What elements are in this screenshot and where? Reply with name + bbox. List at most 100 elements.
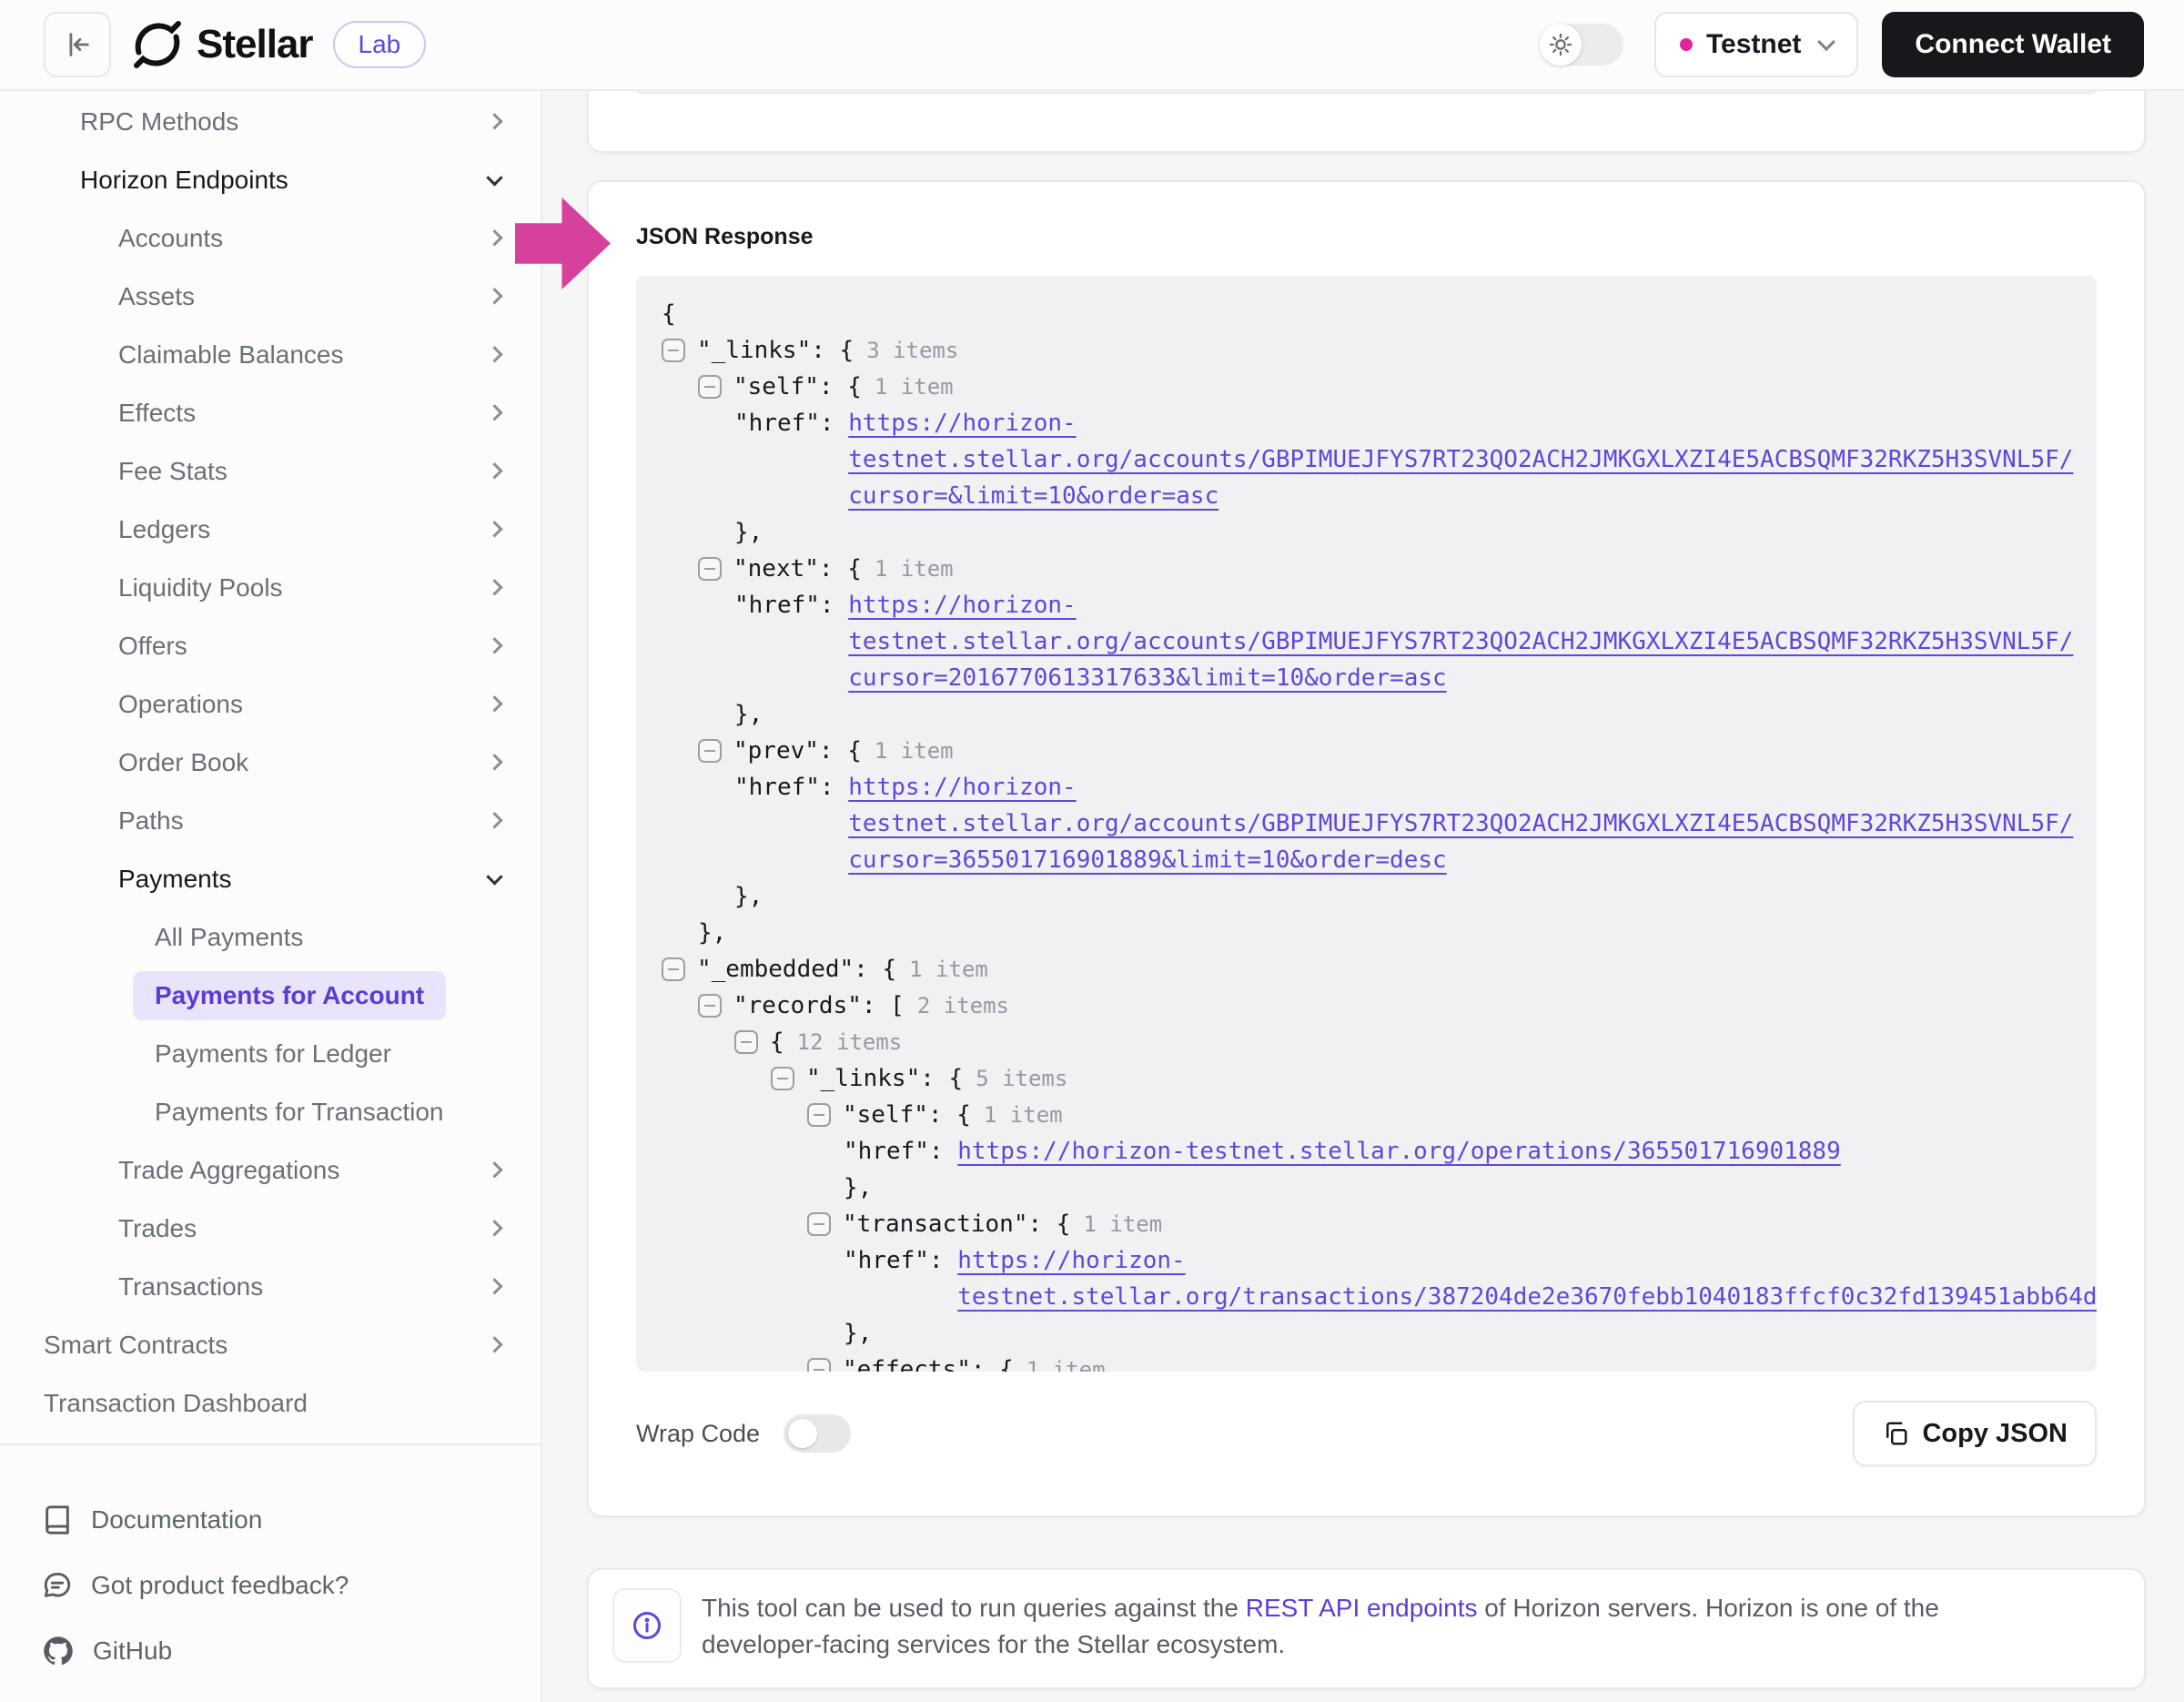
items-count: 1 item bbox=[875, 551, 954, 587]
collapse-toggle-icon[interactable] bbox=[698, 739, 722, 763]
theme-toggle[interactable] bbox=[1540, 24, 1623, 66]
json-code-block: {"_links": {3 items"self": {1 item "href"… bbox=[636, 276, 2097, 1372]
feedback-icon bbox=[42, 1570, 73, 1601]
json-row: "_links": {3 items bbox=[636, 332, 2097, 369]
rest-api-endpoints-link[interactable]: REST API endpoints bbox=[1246, 1594, 1478, 1622]
collapse-toggle-icon[interactable] bbox=[698, 557, 722, 581]
items-count: 2 items bbox=[917, 988, 1009, 1024]
sidebar-footer-label: GitHub bbox=[93, 1636, 172, 1666]
sidebar-item-transaction-dashboard[interactable]: Transaction Dashboard bbox=[0, 1374, 541, 1433]
sidebar-item-payments[interactable]: Payments bbox=[0, 850, 541, 908]
sidebar-item-github[interactable]: GitHub bbox=[0, 1618, 541, 1684]
json-link[interactable]: https://horizon- testnet.stellar.org/tra… bbox=[957, 1242, 2097, 1315]
json-token: "effects": { bbox=[843, 1352, 1014, 1372]
collapse-toggle-icon[interactable] bbox=[734, 1030, 758, 1054]
info-card: This tool can be used to run queries aga… bbox=[587, 1568, 2146, 1689]
sidebar-item-accounts[interactable]: Accounts bbox=[0, 209, 541, 268]
sidebar-item-operations[interactable]: Operations bbox=[0, 675, 541, 734]
wrap-code-toggle[interactable] bbox=[784, 1414, 851, 1453]
info-icon-box bbox=[612, 1588, 682, 1663]
code-footer: Wrap Code Copy JSON bbox=[636, 1401, 2097, 1466]
collapse-toggle-icon[interactable] bbox=[807, 1103, 831, 1127]
json-row: }, bbox=[636, 878, 2097, 915]
sidebar-item-payments-for-ledger[interactable]: Payments for Ledger bbox=[0, 1025, 541, 1083]
sidebar-item-label: Claimable Balances bbox=[118, 340, 343, 370]
sidebar-nav: RPC MethodsHorizon EndpointsAccountsAsse… bbox=[0, 91, 541, 1444]
collapse-toggle-icon[interactable] bbox=[698, 994, 722, 1018]
sidebar-item-ledgers[interactable]: Ledgers bbox=[0, 501, 541, 559]
sidebar-item-documentation[interactable]: Documentation bbox=[0, 1487, 541, 1553]
copy-json-label: Copy JSON bbox=[1922, 1419, 2068, 1449]
stellar-logo[interactable]: Stellar Lab bbox=[131, 18, 426, 71]
sidebar-footer-label: Got product feedback? bbox=[91, 1571, 349, 1600]
sidebar-item-horizon-endpoints[interactable]: Horizon Endpoints bbox=[0, 151, 541, 209]
sidebar-item-payments-for-account[interactable]: Payments for Account bbox=[0, 967, 541, 1025]
items-count: 3 items bbox=[866, 332, 958, 369]
sidebar-item-all-payments[interactable]: All Payments bbox=[0, 908, 541, 967]
collapse-toggle-icon[interactable] bbox=[807, 1212, 831, 1236]
copy-json-button[interactable]: Copy JSON bbox=[1853, 1401, 2097, 1466]
sidebar-item-fee-stats[interactable]: Fee Stats bbox=[0, 442, 541, 501]
json-row: }, bbox=[636, 1315, 2097, 1352]
chevron-right-icon bbox=[486, 229, 502, 246]
sidebar-item-assets[interactable]: Assets bbox=[0, 268, 541, 326]
items-count: 1 item bbox=[875, 369, 954, 405]
sidebar-item-payments-for-transaction[interactable]: Payments for Transaction bbox=[0, 1083, 541, 1141]
json-key: "href": bbox=[844, 1242, 957, 1279]
json-row: "href": https://horizon- testnet.stellar… bbox=[636, 769, 2097, 878]
sidebar-item-label: Smart Contracts bbox=[44, 1331, 228, 1360]
chevron-right-icon bbox=[486, 462, 502, 479]
sidebar-item-offers[interactable]: Offers bbox=[0, 617, 541, 675]
sidebar-item-label: Offers bbox=[118, 632, 187, 661]
sidebar-item-label: Transaction Dashboard bbox=[44, 1389, 308, 1418]
collapse-toggle-icon[interactable] bbox=[662, 339, 685, 362]
sidebar-item-paths[interactable]: Paths bbox=[0, 792, 541, 850]
collapse-toggle-icon[interactable] bbox=[771, 1067, 794, 1090]
copy-icon bbox=[1882, 1420, 1909, 1447]
sidebar-item-label: Liquidity Pools bbox=[118, 573, 283, 603]
sidebar-item-trades[interactable]: Trades bbox=[0, 1200, 541, 1258]
chevron-right-icon bbox=[486, 812, 502, 828]
json-link[interactable]: https://horizon-testnet.stellar.org/oper… bbox=[957, 1133, 1841, 1170]
json-row: {12 items bbox=[636, 1024, 2097, 1060]
json-row: "_embedded": {1 item bbox=[636, 951, 2097, 988]
sidebar-item-feedback[interactable]: Got product feedback? bbox=[0, 1553, 541, 1618]
json-response-card: JSON Response {"_links": {3 items"self":… bbox=[587, 180, 2146, 1517]
json-token: }, bbox=[734, 514, 763, 551]
chevron-down-icon bbox=[486, 169, 502, 186]
sidebar-item-label: Fee Stats bbox=[118, 457, 228, 486]
items-count: 5 items bbox=[976, 1060, 1067, 1097]
sidebar-item-liquidity-pools[interactable]: Liquidity Pools bbox=[0, 559, 541, 617]
info-icon bbox=[631, 1609, 663, 1642]
chevron-right-icon bbox=[486, 113, 502, 129]
lab-badge: Lab bbox=[333, 21, 427, 68]
sidebar-item-trade-aggregations[interactable]: Trade Aggregations bbox=[0, 1141, 541, 1200]
json-row: "self": {1 item bbox=[636, 369, 2097, 405]
sidebar-item-effects[interactable]: Effects bbox=[0, 384, 541, 442]
sidebar-item-claimable-balances[interactable]: Claimable Balances bbox=[0, 326, 541, 384]
json-token: }, bbox=[698, 915, 726, 951]
sidebar-item-rpc-methods[interactable]: RPC Methods bbox=[0, 93, 541, 151]
github-icon bbox=[42, 1635, 75, 1667]
sidebar-item-label: Ledgers bbox=[118, 515, 210, 544]
sidebar-item-transactions[interactable]: Transactions bbox=[0, 1258, 541, 1316]
collapse-sidebar-button[interactable] bbox=[44, 12, 111, 77]
info-text: This tool can be used to run queries aga… bbox=[702, 1588, 2048, 1663]
json-row: { bbox=[636, 296, 2097, 332]
json-link[interactable]: https://horizon- testnet.stellar.org/acc… bbox=[848, 769, 2073, 878]
json-row: "href": https://horizon- testnet.stellar… bbox=[636, 587, 2097, 696]
items-count: 1 item bbox=[909, 951, 988, 988]
json-link[interactable]: https://horizon- testnet.stellar.org/acc… bbox=[848, 587, 2073, 696]
network-select[interactable]: Testnet bbox=[1654, 12, 1858, 77]
collapse-toggle-icon[interactable] bbox=[807, 1358, 831, 1372]
sidebar-footer-label: Documentation bbox=[91, 1505, 262, 1535]
connect-wallet-button[interactable]: Connect Wallet bbox=[1882, 12, 2144, 77]
sidebar-item-order-book[interactable]: Order Book bbox=[0, 734, 541, 792]
network-label: Testnet bbox=[1706, 29, 1801, 60]
json-link[interactable]: https://horizon- testnet.stellar.org/acc… bbox=[848, 405, 2073, 514]
sidebar-item-smart-contracts[interactable]: Smart Contracts bbox=[0, 1316, 541, 1374]
json-token: }, bbox=[844, 1315, 872, 1352]
json-token: "records": [ bbox=[733, 988, 905, 1024]
collapse-toggle-icon[interactable] bbox=[662, 957, 685, 981]
collapse-toggle-icon[interactable] bbox=[698, 375, 722, 399]
